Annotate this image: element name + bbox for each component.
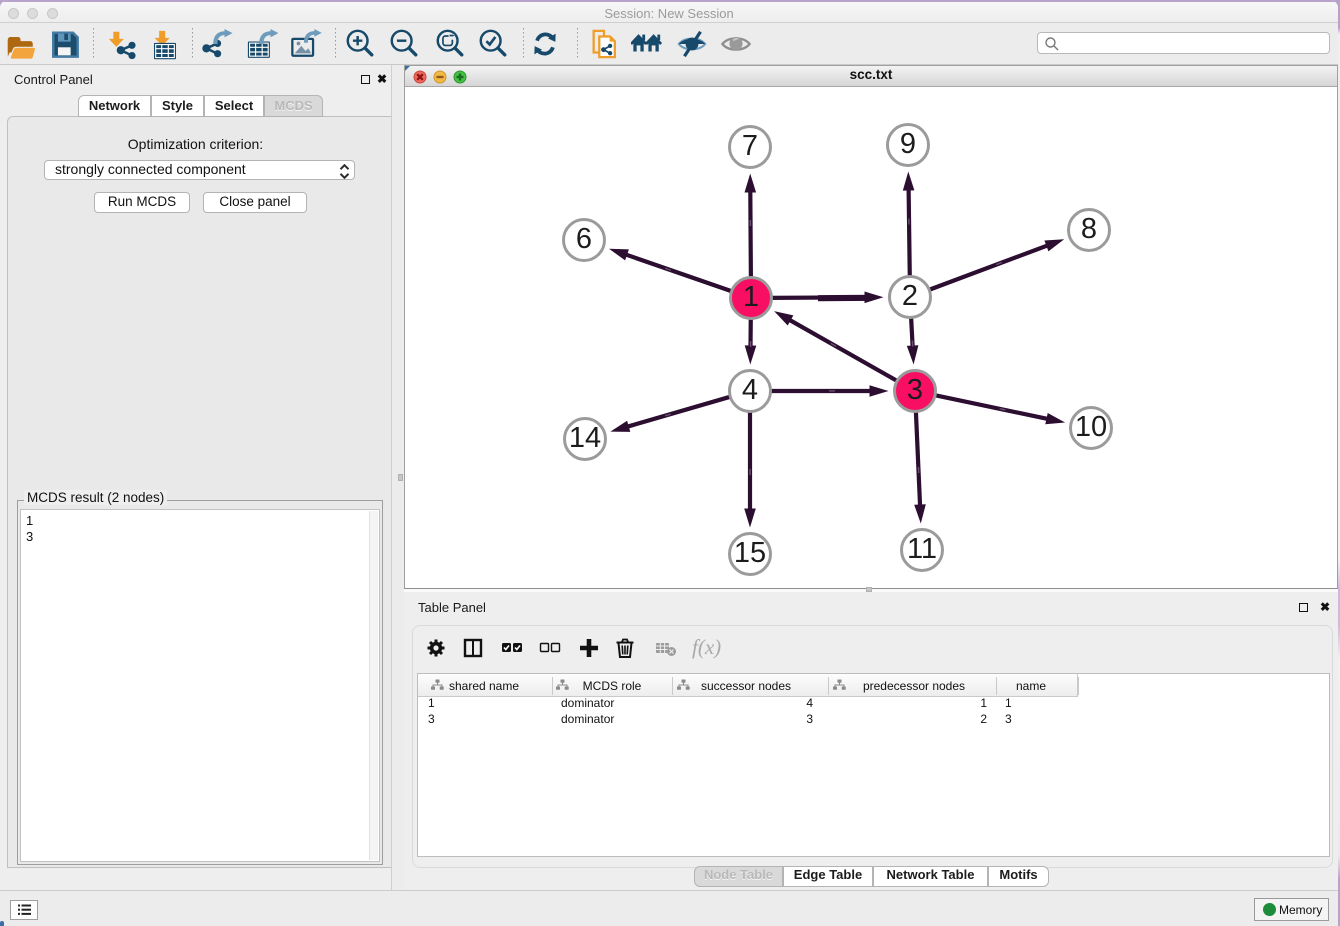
svg-text:8: 8 xyxy=(1081,213,1097,245)
svg-text:10: 10 xyxy=(1075,411,1107,443)
svg-text:9: 9 xyxy=(900,128,916,160)
svg-text:3: 3 xyxy=(907,374,923,406)
svg-text:14: 14 xyxy=(569,422,601,454)
svg-text:11: 11 xyxy=(907,533,937,565)
svg-text:1: 1 xyxy=(743,281,759,313)
svg-text:7: 7 xyxy=(742,130,758,162)
svg-text:2: 2 xyxy=(902,280,918,312)
svg-text:4: 4 xyxy=(742,374,758,406)
svg-text:15: 15 xyxy=(734,537,766,569)
svg-text:6: 6 xyxy=(576,223,592,255)
